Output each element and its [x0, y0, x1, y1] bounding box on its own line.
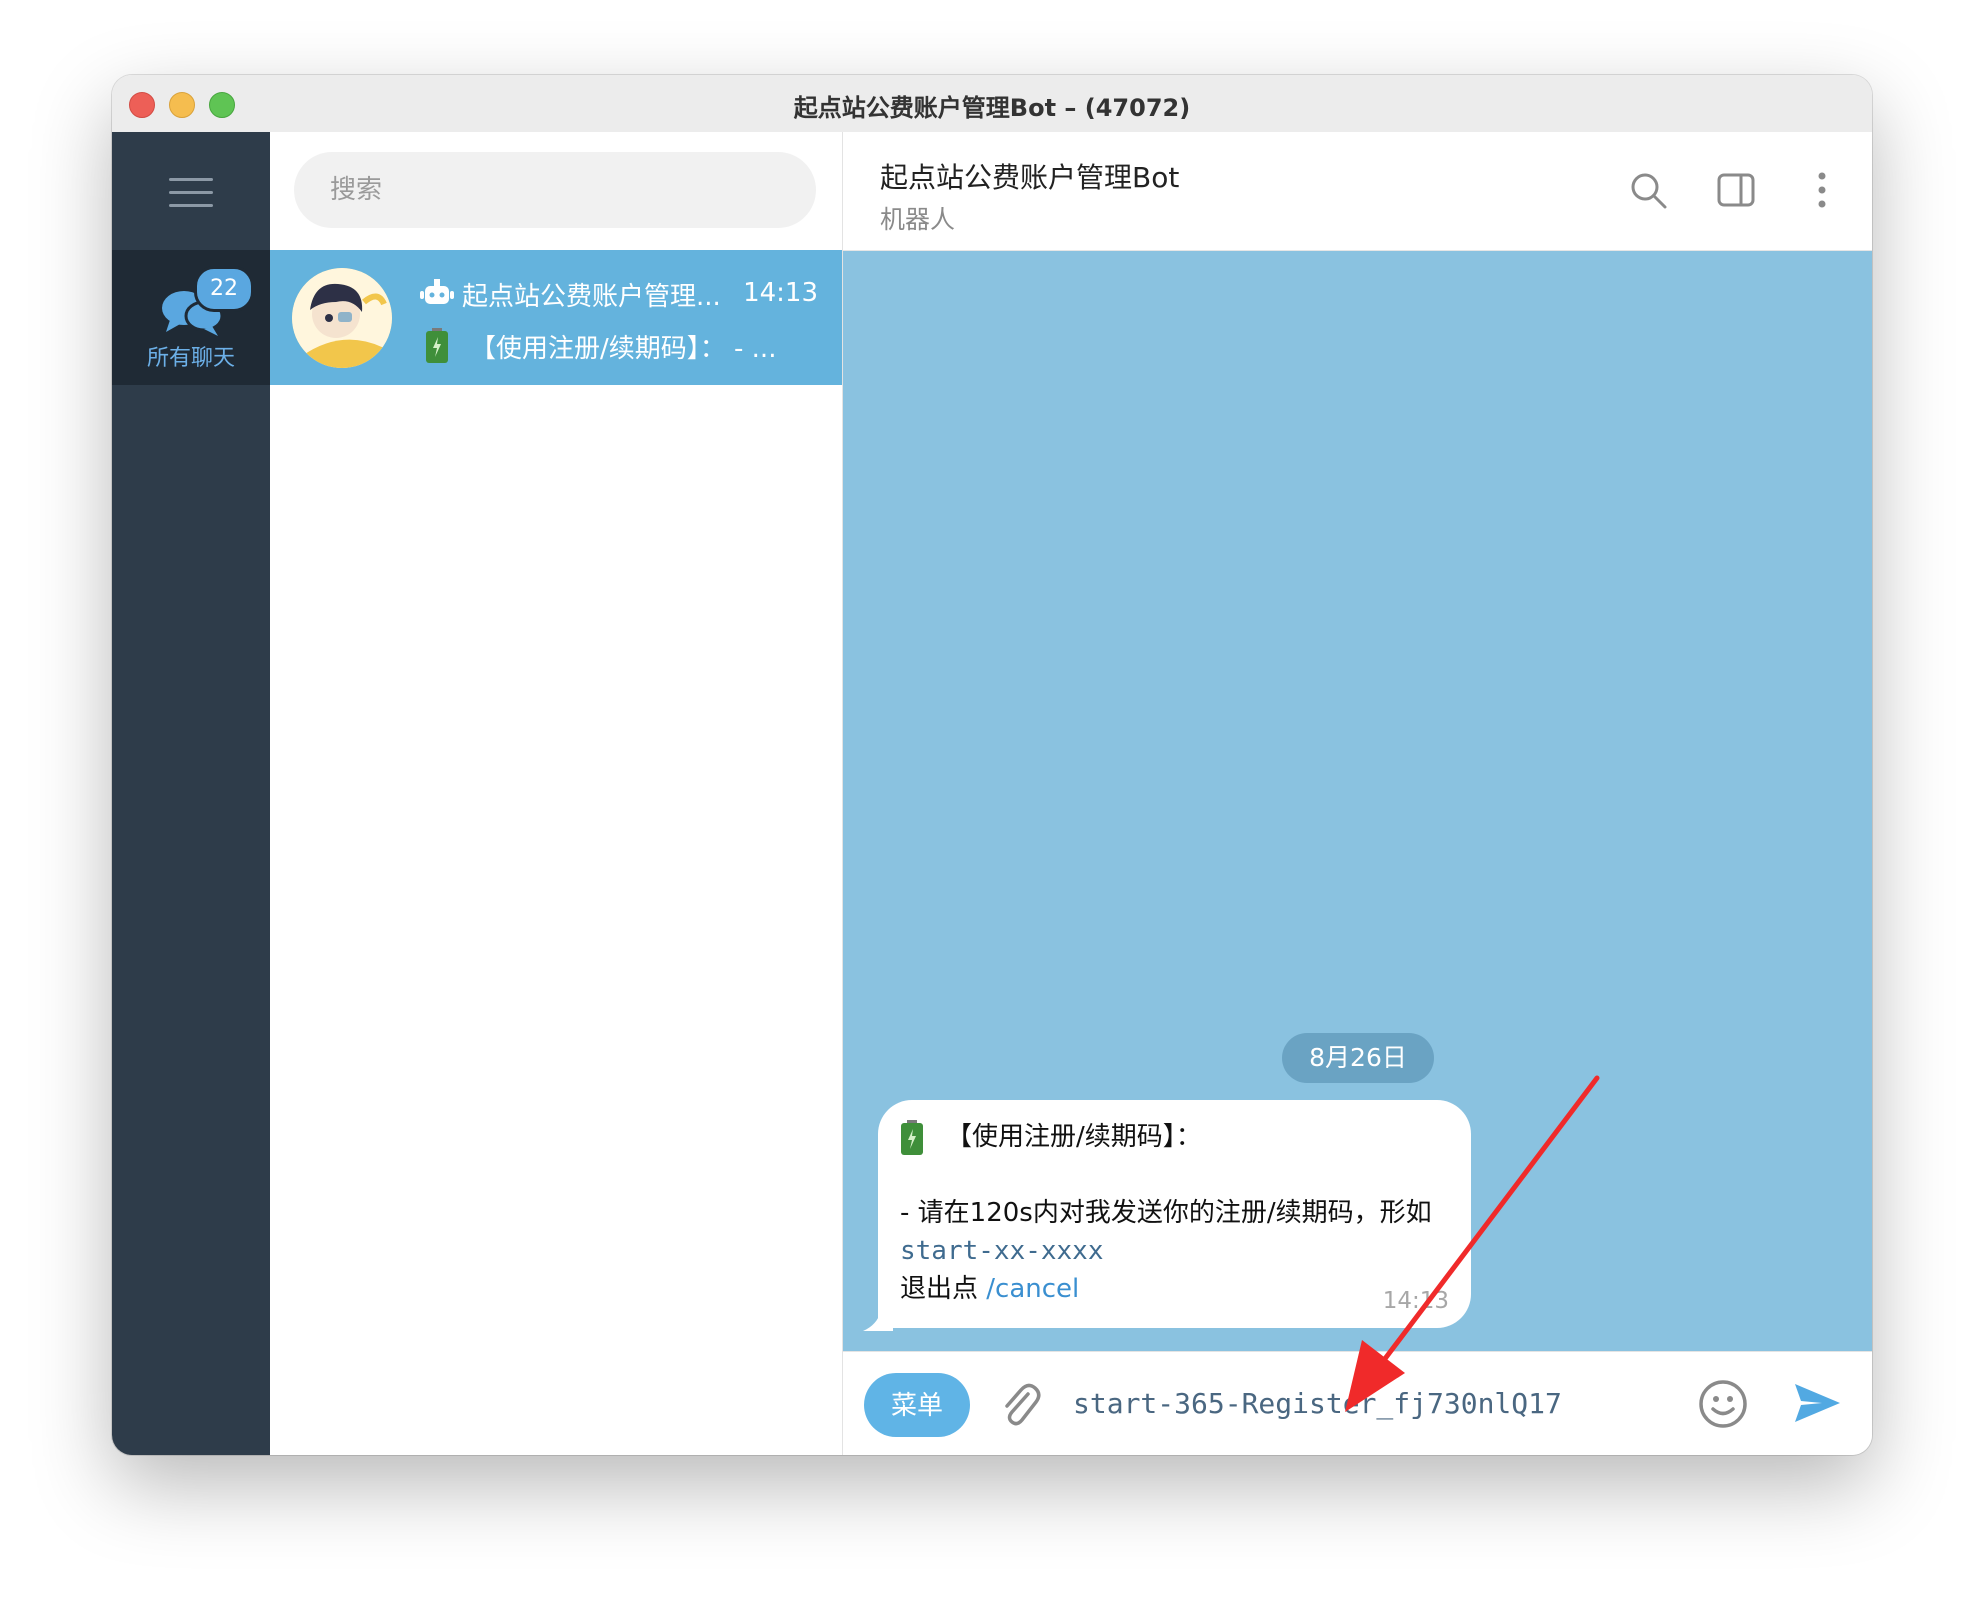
message-time: 14:13	[1382, 1288, 1449, 1314]
chat-header: 起点站公费账户管理Bot 机器人	[843, 132, 1872, 251]
search-input[interactable]	[294, 152, 816, 228]
title-bar: 起点站公费账户管理Bot – (47072)	[112, 75, 1872, 133]
more-icon[interactable]	[1812, 170, 1832, 210]
window-title: 起点站公费账户管理Bot – (47072)	[793, 94, 1191, 122]
emoji-icon[interactable]	[1697, 1378, 1749, 1430]
message-title: 【使用注册/续期码】：	[946, 1122, 1202, 1152]
message-area[interactable]: 8月26日 【使用注册/续期码】： - 请在120s内对我发送你的注册/续期码，…	[843, 251, 1872, 1352]
date-separator: 8月26日	[1282, 1033, 1434, 1083]
cancel-command-link[interactable]: /cancel	[986, 1274, 1079, 1304]
chat-time: 14:13	[743, 278, 818, 308]
folder-rail: 22 所有聊天	[112, 132, 270, 1455]
battery-icon	[901, 1120, 923, 1155]
menu-icon[interactable]	[169, 178, 213, 212]
message-code[interactable]: start-xx-xxxx	[900, 1232, 1449, 1270]
chat-name: 起点站公费账户管理...	[462, 282, 721, 312]
message-exit-text: 退出点	[900, 1274, 979, 1304]
unread-badge: 22	[194, 266, 254, 312]
send-icon[interactable]	[1792, 1378, 1842, 1428]
folder-label: 所有聊天	[146, 346, 235, 371]
conversation-pane: 起点站公费账户管理Bot 机器人 8月26日 【使用注册/续期码】： - 请在1…	[843, 132, 1872, 1455]
bot-icon	[420, 279, 454, 304]
side-panel-icon[interactable]	[1716, 170, 1756, 210]
peer-status: 机器人	[880, 205, 956, 234]
app-window: 起点站公费账户管理Bot – (47072) 22 所有聊天 搜索 起点站公费账…	[112, 75, 1872, 1455]
avatar	[292, 268, 392, 368]
search-icon[interactable]	[1628, 170, 1668, 210]
attach-icon[interactable]	[998, 1380, 1042, 1430]
battery-icon	[426, 328, 448, 363]
chat-list: 起点站公费账户管理... 14:13 【使用注册/续期码】： - ...	[270, 132, 843, 1455]
message-input[interactable]	[1071, 1370, 1675, 1436]
composer: 菜单	[843, 1351, 1872, 1455]
message-instruction: - 请在120s内对我发送你的注册/续期码，形如	[900, 1198, 1432, 1228]
message-bubble[interactable]: 【使用注册/续期码】： - 请在120s内对我发送你的注册/续期码，形如 sta…	[878, 1100, 1471, 1328]
chat-list-item[interactable]: 起点站公费账户管理... 14:13 【使用注册/续期码】： - ...	[270, 250, 842, 385]
folder-all-chats[interactable]: 22 所有聊天	[112, 250, 270, 385]
peer-name[interactable]: 起点站公费账户管理Bot	[880, 156, 1179, 196]
chat-preview: 【使用注册/续期码】： - ...	[470, 334, 777, 364]
bot-menu-button[interactable]: 菜单	[864, 1373, 970, 1437]
